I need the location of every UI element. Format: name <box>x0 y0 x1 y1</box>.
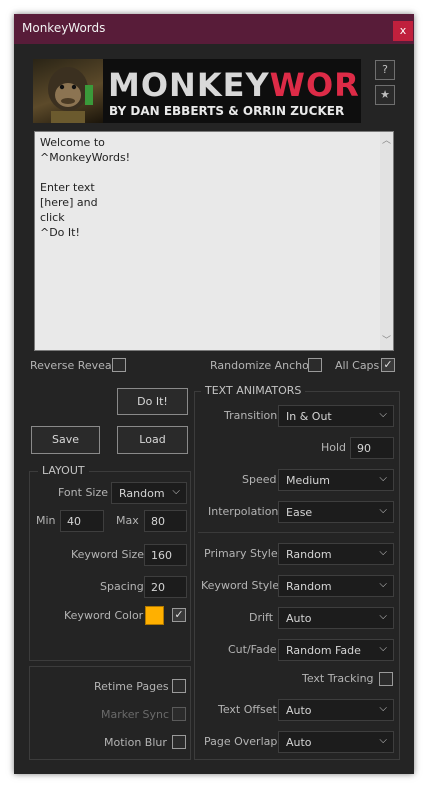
interpolation-dropdown[interactable]: Ease ⌵ <box>278 501 394 523</box>
text-input-area[interactable]: Welcome to ^MonkeyWords! Enter text [her… <box>34 131 394 351</box>
max-label: Max <box>116 514 139 527</box>
motion-blur-label: Motion Blur <box>104 736 167 749</box>
cut-fade-label: Cut/Fade <box>228 643 277 656</box>
keyword-size-input[interactable]: 160 <box>144 544 187 566</box>
reverse-reveal-label: Reverse Reveal <box>30 359 115 372</box>
page-overlap-label: Page Overlap <box>204 735 278 748</box>
check-icon: ✓ <box>174 608 184 621</box>
logo-title-monkey: MONKEY <box>108 66 270 104</box>
min-value: 40 <box>67 515 81 528</box>
cut-fade-value: Random Fade <box>286 644 361 657</box>
text-offset-value: Auto <box>286 704 312 717</box>
chevron-down-icon: ⌵ <box>379 735 387 746</box>
min-input[interactable]: 40 <box>60 510 104 532</box>
transition-value: In & Out <box>286 410 332 423</box>
motion-blur-checkbox[interactable] <box>172 735 186 749</box>
spacing-label: Spacing <box>100 580 144 593</box>
load-button[interactable]: Load <box>117 426 188 454</box>
monkeywords-panel: MonkeyWords x MONKEYWORDS BY DAN EBBERTS… <box>14 14 414 774</box>
chevron-down-icon: ⌵ <box>379 643 387 654</box>
reverse-reveal-checkbox[interactable] <box>112 358 126 372</box>
keyword-color-label: Keyword Color <box>64 609 144 622</box>
cut-fade-dropdown[interactable]: Random Fade ⌵ <box>278 639 394 661</box>
divider <box>198 532 394 533</box>
keyword-style-value: Random <box>286 580 332 593</box>
primary-style-value: Random <box>286 548 332 561</box>
text-offset-label: Text Offset <box>218 703 277 716</box>
logo-title: MONKEYWORDS <box>108 66 361 104</box>
page-overlap-value: Auto <box>286 736 312 749</box>
marker-sync-label: Marker Sync <box>101 708 170 721</box>
logo-title-words: WORDS <box>269 66 361 104</box>
window-title: MonkeyWords <box>22 21 106 35</box>
font-size-value: Random <box>119 487 165 500</box>
chimp-image <box>33 59 103 123</box>
text-tracking-label: Text Tracking <box>302 672 374 685</box>
all-caps-checkbox[interactable]: ✓ <box>381 358 395 372</box>
keyword-color-swatch[interactable] <box>145 606 164 625</box>
close-button[interactable]: x <box>393 21 413 41</box>
spacing-input[interactable]: 20 <box>144 576 187 598</box>
primary-style-label: Primary Style <box>204 547 278 560</box>
interpolation-label: Interpolation <box>208 505 279 518</box>
spacing-value: 20 <box>151 581 165 594</box>
star-button[interactable]: ★ <box>375 85 395 105</box>
speed-dropdown[interactable]: Medium ⌵ <box>278 469 394 491</box>
chevron-down-icon: ⌵ <box>379 579 387 590</box>
do-it-button[interactable]: Do It! <box>117 388 188 415</box>
text-animators-legend: TEXT ANIMATORS <box>201 384 306 397</box>
save-button[interactable]: Save <box>31 426 100 454</box>
drift-label: Drift <box>249 611 274 624</box>
retime-pages-label: Retime Pages <box>94 680 169 693</box>
keyword-size-value: 160 <box>151 549 172 562</box>
speed-value: Medium <box>286 474 330 487</box>
text-offset-dropdown[interactable]: Auto ⌵ <box>278 699 394 721</box>
scroll-down-icon[interactable]: ﹀ <box>382 334 391 349</box>
drift-dropdown[interactable]: Auto ⌵ <box>278 607 394 629</box>
interpolation-value: Ease <box>286 506 313 519</box>
scroll-up-icon[interactable]: ︿ <box>382 134 391 149</box>
max-value: 80 <box>151 515 165 528</box>
title-bar[interactable]: MonkeyWords x <box>14 14 414 44</box>
chevron-down-icon: ⌵ <box>379 547 387 558</box>
keyword-style-label: Keyword Style <box>201 579 280 592</box>
retime-pages-checkbox[interactable] <box>172 679 186 693</box>
keyword-color-checkbox[interactable]: ✓ <box>172 608 186 622</box>
text-input-value: Welcome to ^MonkeyWords! Enter text [her… <box>40 136 131 239</box>
primary-style-dropdown[interactable]: Random ⌵ <box>278 543 394 565</box>
logo-byline: BY DAN EBBERTS & ORRIN ZUCKER <box>109 104 345 118</box>
font-size-label: Font Size <box>58 486 109 499</box>
keyword-style-dropdown[interactable]: Random ⌵ <box>278 575 394 597</box>
layout-legend: LAYOUT <box>38 464 89 477</box>
text-tracking-checkbox[interactable] <box>379 672 393 686</box>
hold-value: 90 <box>357 442 371 455</box>
font-size-dropdown[interactable]: Random ⌵ <box>111 482 187 504</box>
chevron-down-icon: ⌵ <box>379 409 387 420</box>
textarea-scrollbar[interactable]: ︿ ﹀ <box>380 132 393 350</box>
star-icon: ★ <box>380 88 390 101</box>
hold-input[interactable]: 90 <box>350 437 394 459</box>
chevron-down-icon: ⌵ <box>379 611 387 622</box>
all-caps-label: All Caps <box>335 359 380 372</box>
check-icon: ✓ <box>383 358 393 371</box>
transition-label: Transition <box>224 409 278 422</box>
keyword-size-label: Keyword Size <box>71 548 145 561</box>
hold-label: Hold <box>321 441 347 454</box>
max-input[interactable]: 80 <box>144 510 187 532</box>
randomize-anchor-checkbox[interactable] <box>308 358 322 372</box>
transition-dropdown[interactable]: In & Out ⌵ <box>278 405 394 427</box>
chevron-down-icon: ⌵ <box>379 473 387 484</box>
marker-sync-checkbox <box>172 707 186 721</box>
drift-value: Auto <box>286 612 312 625</box>
help-button[interactable]: ? <box>375 60 395 80</box>
chevron-down-icon: ⌵ <box>172 486 180 497</box>
chevron-down-icon: ⌵ <box>379 703 387 714</box>
chevron-down-icon: ⌵ <box>379 505 387 516</box>
speed-label: Speed <box>242 473 277 486</box>
logo-banner: MONKEYWORDS BY DAN EBBERTS & ORRIN ZUCKE… <box>33 59 361 123</box>
page-overlap-dropdown[interactable]: Auto ⌵ <box>278 731 394 753</box>
randomize-anchor-label: Randomize Anchor <box>210 359 314 372</box>
min-label: Min <box>36 514 56 527</box>
